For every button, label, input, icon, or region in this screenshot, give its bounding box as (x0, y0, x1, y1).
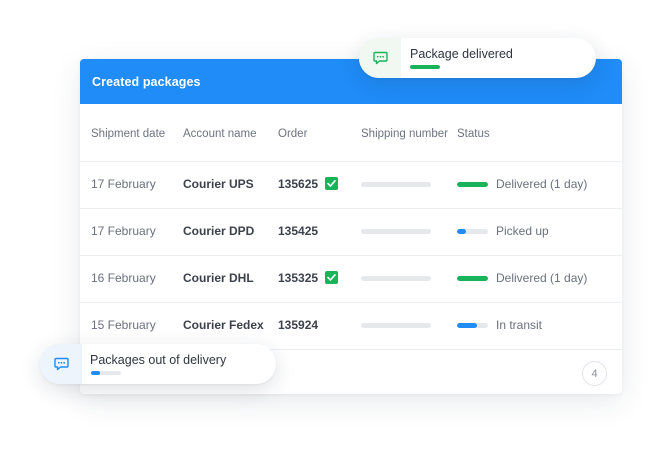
card-title: Created packages (92, 74, 201, 89)
status-text: In transit (496, 318, 543, 332)
shipment-date: 17 February (91, 177, 156, 191)
order-number: 135425 (278, 224, 319, 238)
column-account-name[interactable]: Account name (183, 128, 257, 140)
notification-text: Packages out of delivery (90, 353, 227, 367)
packages-out-notification[interactable]: Packages out of delivery (40, 344, 276, 384)
account-name: Courier DHL (183, 271, 254, 285)
status-progress (457, 182, 488, 187)
table-row[interactable]: 15 February Courier Fedex 135924 In transit (80, 303, 622, 350)
shipment-date: 16 February (91, 271, 156, 285)
status-progress-fill (457, 229, 467, 234)
notification-progress-fill (91, 371, 100, 375)
account-name: Courier Fedex (183, 318, 264, 332)
status-text: Picked up (496, 224, 549, 238)
notification-progress-fill (410, 65, 440, 69)
page-indicator[interactable]: 4 (582, 361, 607, 386)
account-name: Courier DPD (183, 224, 255, 238)
shipping-number-placeholder (361, 323, 431, 328)
table-body: 17 February Courier UPS 135625 Delivered (1… (80, 162, 622, 350)
column-order[interactable]: Order (278, 128, 307, 140)
shipment-date: 17 February (91, 224, 156, 238)
checkmark-icon[interactable] (325, 271, 338, 284)
shipping-number-placeholder (361, 276, 431, 281)
status-progress (457, 276, 488, 281)
chat-icon (40, 344, 82, 384)
status-text: Delivered (1 day) (496, 271, 588, 285)
stage: Created packages Shipment date Account n… (0, 0, 669, 450)
shipment-date: 15 February (91, 318, 156, 332)
status-progress (457, 229, 488, 234)
table-row[interactable]: 16 February Courier DHL 135325 Delivered (1… (80, 256, 622, 303)
notification-text: Package delivered (410, 47, 513, 61)
status-progress (457, 323, 488, 328)
column-shipping-number[interactable]: Shipping number (361, 128, 448, 140)
notification-progress (91, 371, 121, 375)
account-name: Courier UPS (183, 177, 254, 191)
chat-icon (359, 38, 401, 78)
package-delivered-notification[interactable]: Package delivered (359, 38, 596, 78)
order-number: 135924 (278, 318, 319, 332)
column-status[interactable]: Status (457, 128, 490, 140)
status-progress-fill (457, 182, 488, 187)
order-number: 135625 (278, 177, 319, 191)
order-number: 135325 (278, 271, 319, 285)
status-text: Delivered (1 day) (496, 177, 588, 191)
table-row[interactable]: 17 February Courier DPD 135425 Picked up (80, 209, 622, 256)
notification-progress (410, 65, 440, 69)
column-shipment-date[interactable]: Shipment date (91, 128, 165, 140)
checkmark-icon[interactable] (325, 177, 338, 190)
table-row[interactable]: 17 February Courier UPS 135625 Delivered (1… (80, 162, 622, 209)
status-progress-fill (457, 276, 488, 281)
table-header: Shipment date Account name Order Shippin… (80, 104, 622, 162)
status-progress-fill (457, 323, 478, 328)
shipping-number-placeholder (361, 229, 431, 234)
shipping-number-placeholder (361, 182, 431, 187)
